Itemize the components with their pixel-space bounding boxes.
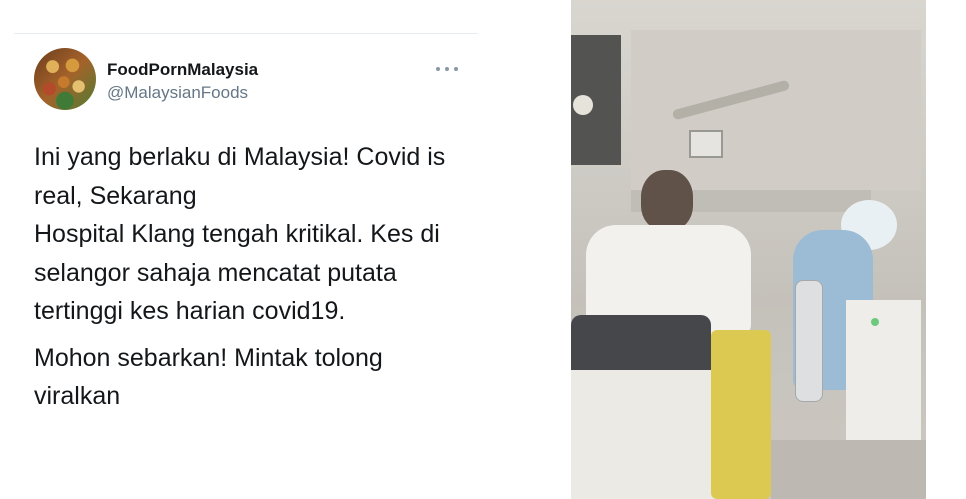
display-name[interactable]: FoodPornMalaysia <box>107 60 258 80</box>
top-divider <box>14 33 478 34</box>
media-haze <box>571 0 926 499</box>
tweet-text: Ini yang berlaku di Malaysia! Covid is r… <box>34 138 474 416</box>
tweet-paragraph: Ini yang berlaku di Malaysia! Covid is r… <box>34 143 446 325</box>
avatar[interactable] <box>34 48 96 110</box>
user-handle[interactable]: @MalaysianFoods <box>107 83 248 103</box>
tweet-paragraph: Mohon sebarkan! Mintak tolong viralkan <box>34 343 383 411</box>
more-options-icon[interactable] <box>436 62 458 76</box>
tweet-media-video[interactable] <box>571 0 926 499</box>
